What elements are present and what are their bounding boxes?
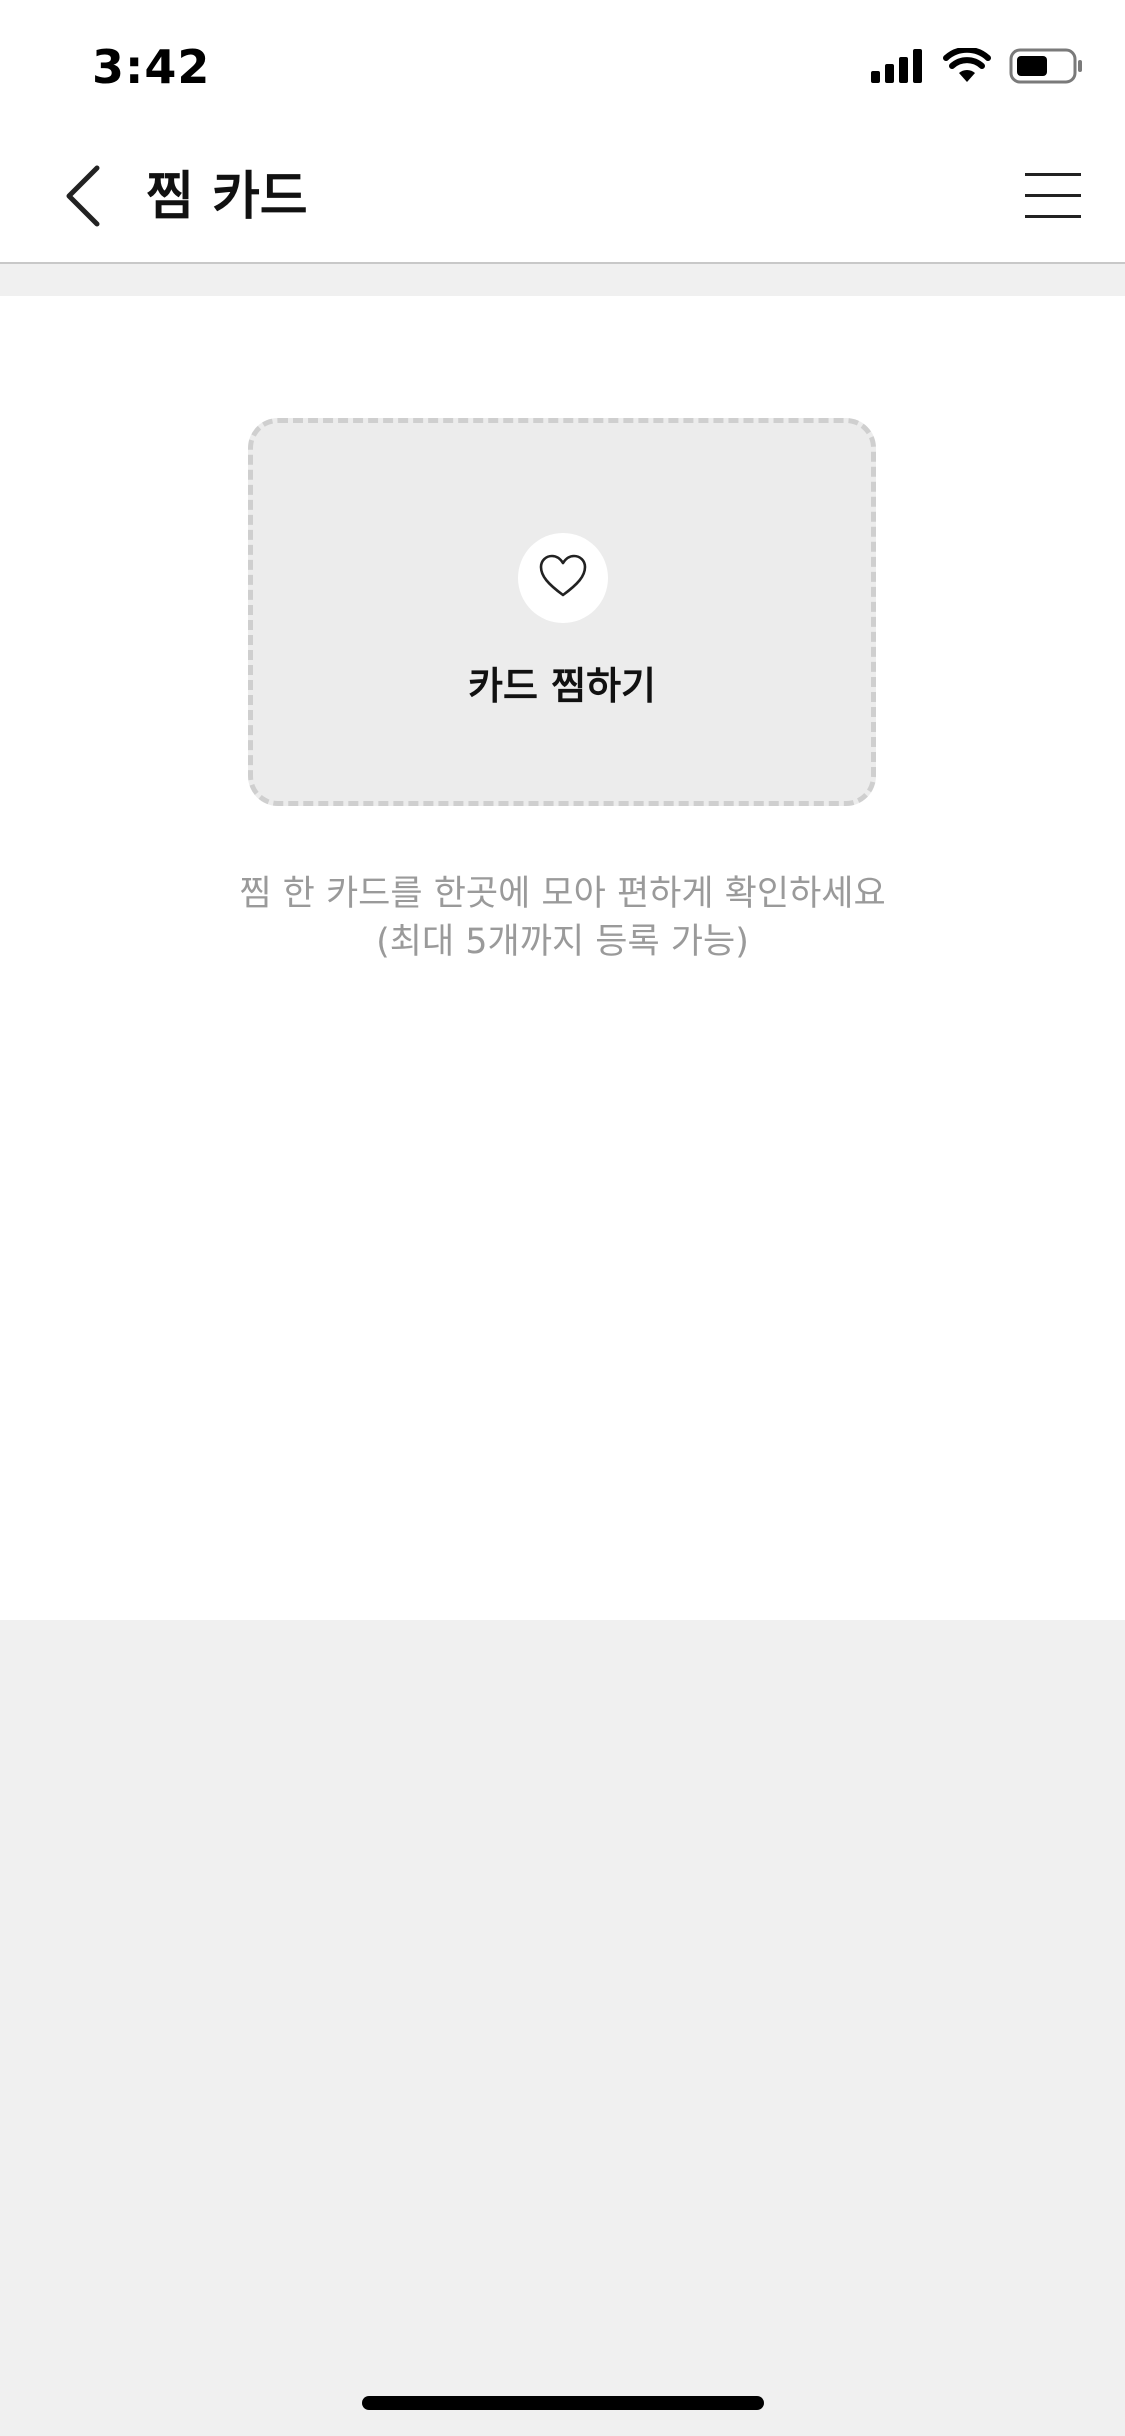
add-favorite-card-button[interactable]: 카드 찜하기 [248,418,876,806]
cellular-signal-icon [871,49,925,87]
helper-text-line-1: 찜 한 카드를 한곳에 모아 편하게 확인하세요 [239,874,886,914]
battery-icon [1009,48,1083,88]
heart-outline-icon [538,553,588,603]
helper-text-line-2: (최대 5개까지 등록 가능) [376,922,749,962]
hamburger-menu-icon [1025,171,1081,225]
wifi-icon [943,46,991,88]
heart-badge [518,533,608,623]
status-bar: 3:42 [0,0,1125,132]
home-indicator[interactable] [362,2396,764,2410]
status-time: 3:42 [92,40,211,94]
back-button[interactable] [48,162,118,234]
chevron-left-icon [63,164,103,232]
status-icons [871,46,1083,88]
menu-button[interactable] [1021,170,1085,226]
nav-bar: 찜 카드 [0,132,1125,264]
empty-bottom-area [0,1620,1125,2436]
page-title: 찜 카드 [146,167,308,227]
screen: 3:42 찜 카드 카드 찜하기 찜 한 카드를 한곳에 모아 편하게 확인하세… [0,0,1125,2436]
add-card-label: 카드 찜하기 [467,664,657,708]
section-divider [0,264,1125,296]
favorite-cards-content: 카드 찜하기 찜 한 카드를 한곳에 모아 편하게 확인하세요 (최대 5개까지… [0,296,1125,1620]
helper-text: 찜 한 카드를 한곳에 모아 편하게 확인하세요 (최대 5개까지 등록 가능) [0,870,1125,966]
